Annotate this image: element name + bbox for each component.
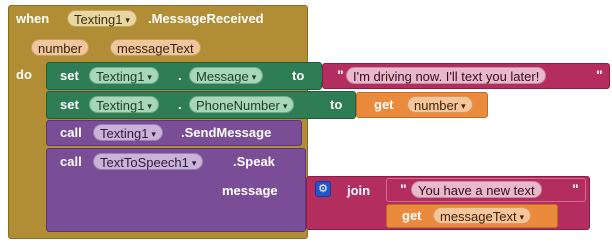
chevron-down-icon: ▾ (147, 72, 152, 83)
open-quote: " (337, 67, 344, 83)
event-name-label: .MessageReceived (148, 11, 264, 26)
get-keyword: get (374, 97, 394, 112)
param-message-text[interactable]: messageText (110, 39, 201, 56)
chevron-down-icon: ▾ (461, 101, 466, 112)
do-keyword: do (16, 67, 32, 82)
call-send-component-label: Texting1 (100, 126, 149, 141)
call-keyword: call (60, 125, 82, 140)
join-keyword: join (347, 183, 371, 198)
chevron-down-icon: ▾ (125, 15, 130, 26)
call-keyword: call (60, 154, 82, 169)
text-string-value[interactable]: I'm driving now. I'll text you later! (346, 67, 547, 84)
event-component-dropdown[interactable]: Texting1 ▾ (67, 10, 137, 27)
call-speak-method-label: .Speak (233, 154, 275, 169)
when-keyword: when (16, 11, 50, 26)
set-message-component-label: Texting1 (96, 69, 145, 84)
to-keyword: to (330, 97, 343, 112)
set-message-property-label: Message (196, 69, 249, 84)
event-component-label: Texting1 (74, 12, 123, 27)
dot-separator: . (178, 97, 182, 112)
join-text-string-value[interactable]: You have a new text (411, 181, 542, 198)
to-keyword: to (292, 68, 305, 83)
call-send-method-label: .SendMessage (181, 125, 272, 140)
set-keyword: set (60, 68, 79, 83)
message-arg-label: message (222, 183, 278, 198)
set-phone-property-label: PhoneNumber (196, 98, 280, 113)
chevron-down-icon: ▾ (519, 212, 525, 223)
dot-separator: . (178, 68, 182, 83)
get-number-variable-dropdown[interactable]: number ▾ (407, 96, 473, 113)
set-keyword: set (60, 97, 79, 112)
chevron-down-icon: ▾ (282, 101, 288, 112)
chevron-down-icon: ▾ (251, 72, 257, 83)
gear-icon[interactable]: ⚙ (315, 181, 331, 197)
get-message-text-variable-label: messageText (440, 209, 517, 224)
set-phone-property-dropdown[interactable]: PhoneNumber ▾ (189, 96, 295, 113)
get-message-text-variable-dropdown[interactable]: messageText ▾ (433, 207, 532, 224)
set-phone-component-dropdown[interactable]: Texting1 ▾ (89, 96, 159, 113)
set-message-block[interactable] (46, 62, 322, 90)
get-keyword: get (402, 208, 422, 223)
chevron-down-icon: ▾ (151, 129, 156, 140)
set-message-component-dropdown[interactable]: Texting1 ▾ (89, 67, 159, 84)
close-quote: " (572, 181, 579, 197)
param-number[interactable]: number (31, 39, 90, 56)
close-quote: " (596, 67, 603, 83)
set-message-property-dropdown[interactable]: Message ▾ (189, 67, 264, 84)
call-send-component-dropdown[interactable]: Texting1 ▾ (93, 124, 163, 141)
chevron-down-icon: ▾ (191, 158, 197, 169)
open-quote: " (400, 181, 407, 197)
call-speak-component-label: TextToSpeech1 (100, 155, 189, 170)
get-number-variable-label: number (414, 98, 459, 113)
call-speak-component-dropdown[interactable]: TextToSpeech1 ▾ (93, 153, 204, 170)
chevron-down-icon: ▾ (147, 101, 152, 112)
set-phone-component-label: Texting1 (96, 98, 145, 113)
